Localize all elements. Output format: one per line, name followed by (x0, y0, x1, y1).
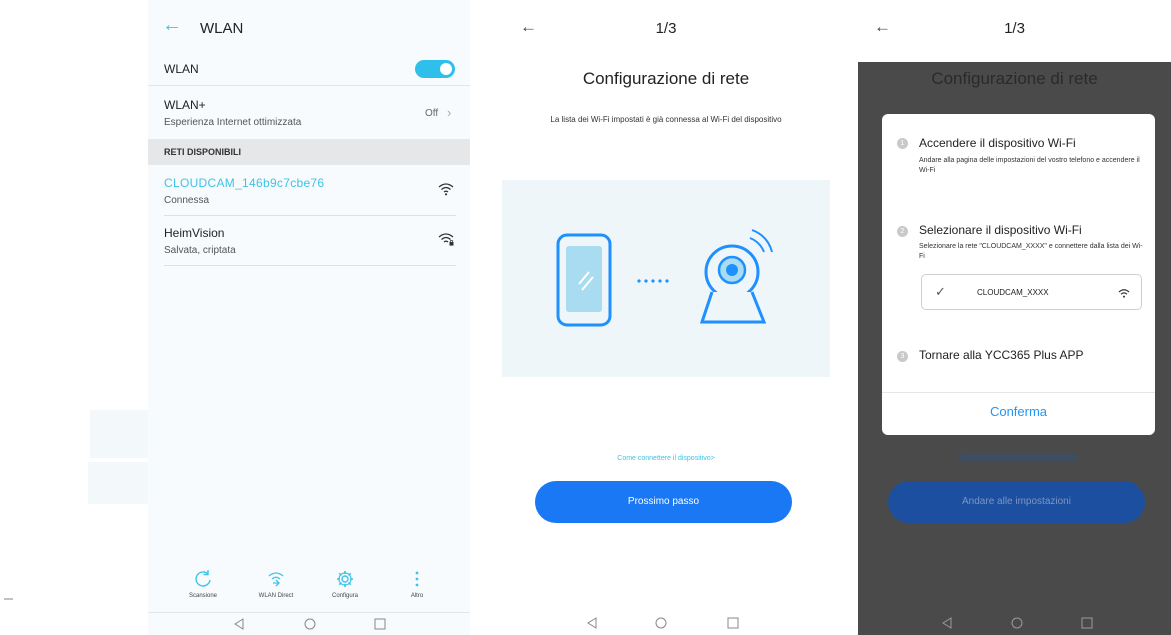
page-title: Configurazione di rete (931, 69, 1098, 88)
wifi-selection-field[interactable]: ✓ CLOUDCAM_XXXX (921, 274, 1142, 310)
tool-label: Altro (410, 593, 424, 599)
wlan-plus-label: WLAN+ (164, 98, 206, 112)
scan-button[interactable]: Scansione (168, 568, 238, 599)
refresh-icon (195, 570, 211, 587)
nav-recents-icon[interactable] (373, 617, 387, 631)
confirm-button[interactable]: Conferma (882, 404, 1155, 419)
nav-home-icon[interactable] (303, 617, 317, 631)
step-number: 1 (897, 138, 908, 149)
tool-label: Configura (331, 593, 358, 599)
wlan-plus-state: Off (425, 108, 439, 119)
go-to-settings-button: Andare alle impostazioni (888, 481, 1145, 523)
divider (882, 392, 1155, 393)
network-name: HeimVision (164, 226, 225, 240)
system-nav-bar (148, 612, 470, 635)
section-header: RETI DISPONIBILI (148, 139, 470, 165)
step-title: Accendere il dispositivo Wi-Fi (919, 136, 1076, 150)
checkmark-icon: ✓ (935, 284, 946, 299)
next-step-button[interactable]: Prossimo passo (535, 481, 792, 523)
page-title: WLAN (200, 20, 244, 37)
instructions-modal-screen: ← 1/3 Configurazione di rete Andare alle… (858, 0, 1171, 635)
gear-icon (337, 571, 353, 587)
step-title: Tornare alla YCC365 Plus APP (919, 348, 1084, 362)
camera-icon (699, 229, 773, 324)
connection-illustration (502, 180, 830, 377)
page-title: Configurazione di rete (582, 69, 750, 88)
divider (164, 265, 456, 266)
step-text: Selezionare la rete "CLOUDCAM_XXXX" e co… (919, 243, 1143, 260)
step-indicator: 1/3 (655, 20, 677, 37)
instructions-dialog: 1 Accendere il dispositivo Wi-Fi Andare … (882, 114, 1155, 435)
screenshot-collage: ← WLAN WLAN WLAN+ Esperienza Internet ot… (0, 0, 1171, 635)
dimmed-help-link (958, 454, 1078, 461)
header-bar: ← 1/3 (858, 0, 1171, 62)
nav-recents-icon[interactable] (726, 616, 740, 630)
nav-home-icon[interactable] (654, 616, 668, 630)
nav-recents-icon[interactable] (1080, 616, 1094, 630)
configure-button[interactable]: Configura (310, 568, 380, 599)
tool-label: WLAN Direct (258, 593, 294, 599)
nav-back-icon[interactable] (585, 616, 599, 630)
description: La lista dei Wi-Fi impostati è già conne… (550, 115, 782, 124)
wifi-icon (438, 183, 454, 196)
edge-mark (4, 598, 13, 600)
wifi-lock-icon (438, 233, 454, 246)
system-nav-bar (502, 612, 830, 635)
wlan-toggle-row[interactable]: WLAN (148, 52, 470, 86)
network-status: Salvata, criptata (164, 245, 236, 256)
app-bar: ← WLAN (148, 0, 470, 52)
network-item[interactable]: CLOUDCAM_146b9c7cbe76 Connessa (148, 166, 470, 216)
wlan-plus-subtitle: Esperienza Internet ottimizzata (164, 117, 302, 128)
ghost-shape (90, 410, 148, 458)
wlan-toggle[interactable] (415, 60, 455, 78)
system-nav-bar (858, 612, 1171, 635)
network-status: Connessa (164, 195, 210, 206)
nav-back-icon[interactable] (232, 617, 246, 631)
step-text: Andare alla pagina delle impostazioni de… (919, 157, 1140, 174)
wlan-settings-screen: ← WLAN WLAN WLAN+ Esperienza Internet ot… (148, 0, 470, 635)
wlan-label: WLAN (164, 62, 199, 76)
toggle-knob (440, 63, 452, 75)
back-arrow-icon[interactable]: ← (162, 15, 182, 35)
wifi-icon (1118, 289, 1130, 298)
bottom-toolbar: Scansione WLAN Direct Configura Altro (148, 568, 470, 610)
phone-icon (556, 233, 612, 327)
network-config-screen: ← 1/3 Configurazione di rete La lista de… (502, 0, 830, 635)
nav-back-icon[interactable] (940, 616, 954, 630)
network-item[interactable]: HeimVision Salvata, criptata (148, 216, 470, 266)
nav-home-icon[interactable] (1010, 616, 1024, 630)
ghost-shape (88, 462, 148, 504)
tool-label: Scansione (188, 593, 218, 599)
section-label: RETI DISPONIBILI (164, 147, 242, 157)
step-number: 2 (897, 226, 908, 237)
wlan-direct-button[interactable]: WLAN Direct (241, 568, 311, 599)
more-button[interactable]: Altro (382, 568, 452, 599)
chevron-right-icon: › (447, 105, 452, 120)
step-indicator: 1/3 (1004, 20, 1025, 37)
wlan-plus-row[interactable]: WLAN+ Esperienza Internet ottimizzata Of… (148, 88, 470, 138)
help-link[interactable]: Come connettere il dispositivo> (502, 455, 830, 462)
wifi-direct-icon (268, 572, 284, 587)
phone-camera-graphic (556, 229, 773, 327)
step-title: Selezionare il dispositivo Wi-Fi (919, 223, 1082, 237)
network-name: CLOUDCAM_146b9c7cbe76 (164, 176, 325, 190)
step-number: 3 (897, 351, 908, 362)
more-icon (415, 571, 419, 587)
wifi-name: CLOUDCAM_XXXX (977, 288, 1049, 297)
link-dots-icon (637, 279, 669, 283)
